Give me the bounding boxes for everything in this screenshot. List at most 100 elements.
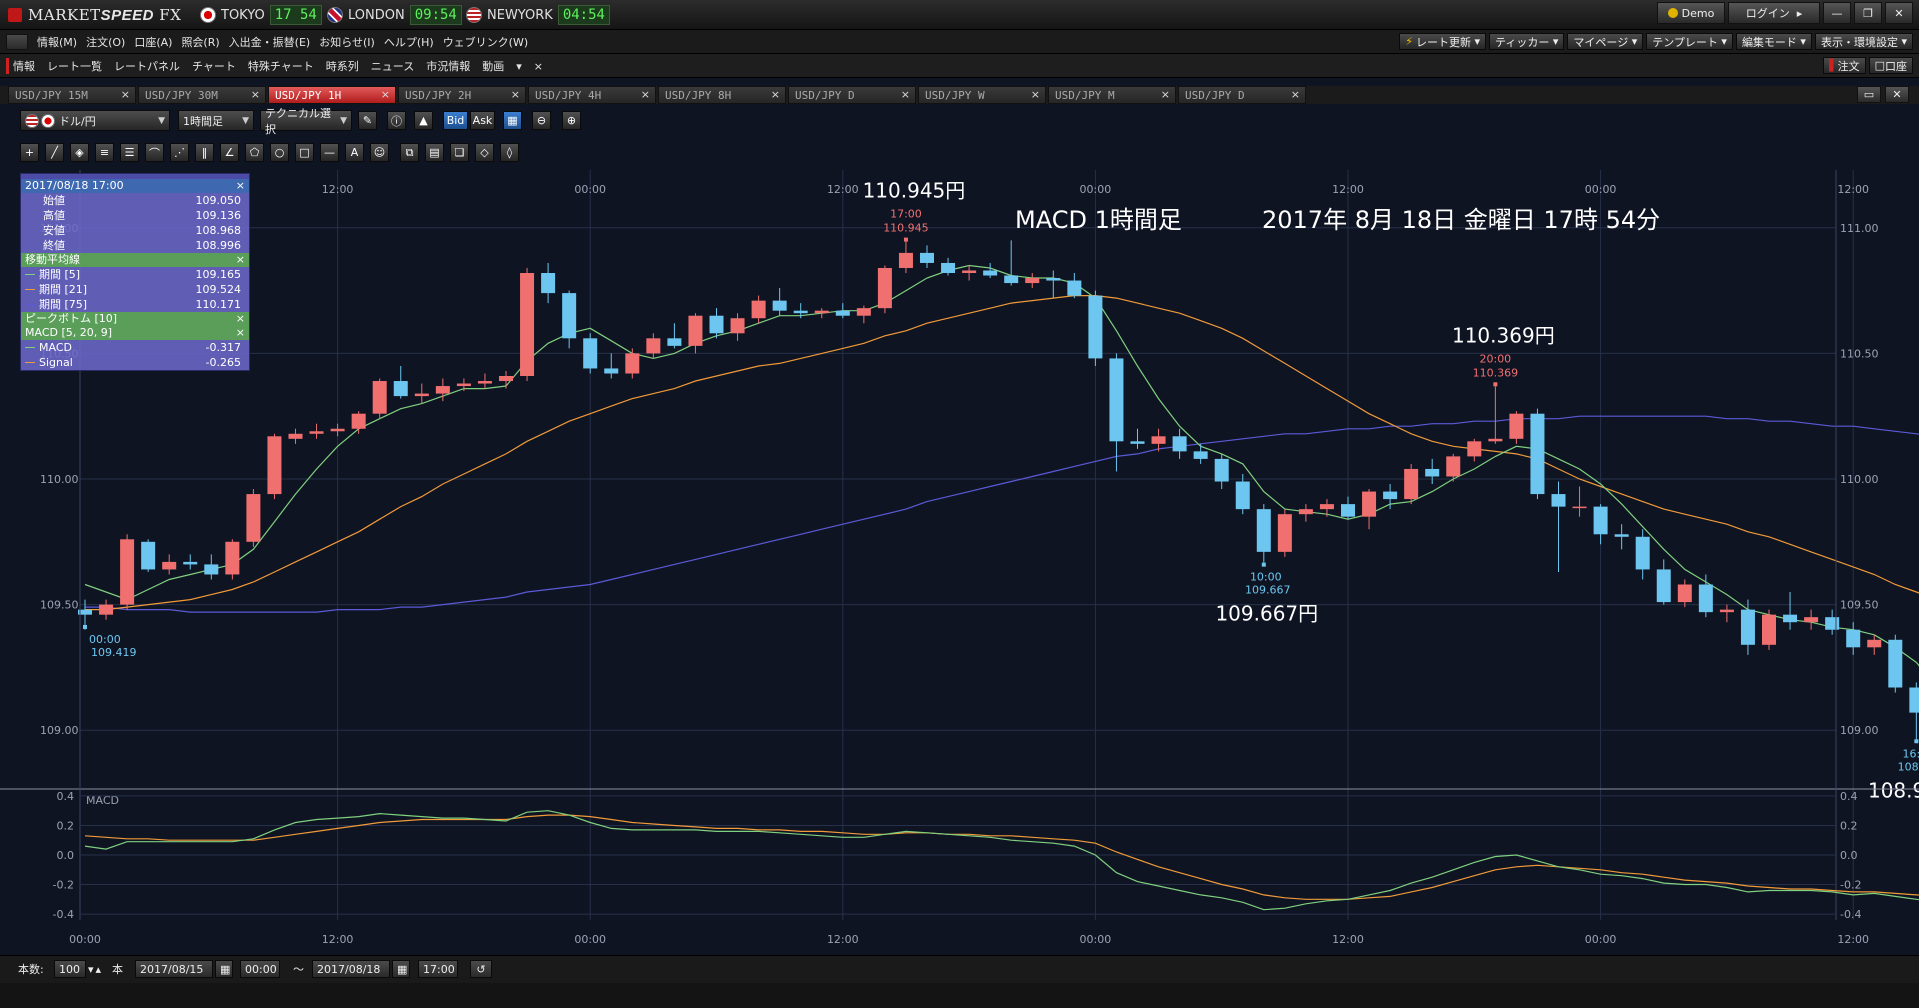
gann-icon[interactable]: ∠ bbox=[220, 143, 239, 162]
calendar-icon[interactable]: ▦ bbox=[392, 960, 410, 978]
date-from-field[interactable]: 2017/08/15 ▦ bbox=[135, 960, 233, 978]
duplicate-icon[interactable]: ❏ bbox=[450, 143, 469, 162]
time-from-field[interactable]: 00:00 bbox=[240, 960, 280, 978]
tab-close-icon[interactable]: × bbox=[641, 88, 650, 101]
quick-link[interactable]: レートパネル bbox=[114, 58, 180, 74]
menu-item[interactable]: 入出金・振替(E) bbox=[229, 34, 311, 50]
tab-close-icon[interactable]: × bbox=[771, 88, 780, 101]
close-icon[interactable]: × bbox=[236, 253, 245, 267]
rectangle-icon[interactable]: □ bbox=[295, 143, 314, 162]
menu-item[interactable]: ヘルプ(H) bbox=[384, 34, 434, 50]
channel-icon[interactable]: ≡ bbox=[95, 143, 114, 162]
horizontal-line-icon[interactable]: — bbox=[320, 143, 339, 162]
order-button[interactable]: ▌ 注文 bbox=[1823, 57, 1866, 74]
quick-link[interactable]: 市況情報 bbox=[426, 58, 470, 74]
login-button[interactable]: ログイン ▸ bbox=[1728, 2, 1820, 24]
date-from-value[interactable]: 2017/08/15 bbox=[135, 960, 213, 978]
circle-icon[interactable]: ○ bbox=[270, 143, 289, 162]
date-to-value[interactable]: 2017/08/18 bbox=[312, 960, 390, 978]
tab-usd-jpy-8h[interactable]: USD/JPY 8H × bbox=[658, 86, 786, 104]
close-icon[interactable]: × bbox=[236, 179, 245, 193]
quick-link[interactable]: チャート bbox=[192, 58, 236, 74]
tab-close-icon[interactable]: × bbox=[1291, 88, 1300, 101]
close-icon[interactable]: ✕ bbox=[1885, 2, 1913, 24]
tab-close-icon[interactable]: × bbox=[511, 88, 520, 101]
price-chart[interactable]: 17:00110.945 110.945円 20:00110.369 110.369円… bbox=[0, 170, 1919, 955]
menu-hamburger-icon[interactable] bbox=[6, 34, 28, 50]
quick-link[interactable]: 動画 bbox=[482, 58, 504, 74]
eraser-icon[interactable]: ◈ bbox=[70, 143, 89, 162]
tab-usd-jpy-d[interactable]: USD/JPY D × bbox=[788, 86, 916, 104]
menu-item[interactable]: ウェブリンク(W) bbox=[443, 34, 528, 50]
count-select[interactable]: 100 ▾ ▴ bbox=[54, 960, 101, 978]
maximize-icon[interactable]: ❐ bbox=[1854, 2, 1882, 24]
close-icon[interactable]: × bbox=[236, 312, 245, 326]
date-to-field[interactable]: 2017/08/18 ▦ bbox=[312, 960, 410, 978]
tab-close-icon[interactable]: × bbox=[1161, 88, 1170, 101]
layers-icon[interactable]: ▤ bbox=[425, 143, 444, 162]
rate-update-button[interactable]: ⚡ レート更新 ▾ bbox=[1399, 33, 1487, 50]
tag-icon[interactable]: ◊ bbox=[500, 143, 519, 162]
tab-usd-jpy-d[interactable]: USD/JPY D × bbox=[1178, 86, 1306, 104]
tab-usd-jpy-1h[interactable]: USD/JPY 1H × bbox=[268, 86, 396, 104]
tab-close-icon[interactable]: × bbox=[1031, 88, 1040, 101]
zoom-in-icon[interactable]: ⊕ bbox=[562, 111, 581, 130]
info-icon[interactable]: ⓘ bbox=[387, 111, 406, 130]
arc-icon[interactable]: ⌒ bbox=[145, 143, 164, 162]
crosshair-icon[interactable]: + bbox=[20, 143, 39, 162]
text-icon[interactable]: A bbox=[345, 143, 364, 162]
timeframe-select[interactable]: 1時間足 bbox=[178, 110, 254, 131]
close-chart-icon[interactable]: ✕ bbox=[1885, 86, 1909, 103]
tab-usd-jpy-4h[interactable]: USD/JPY 4H × bbox=[528, 86, 656, 104]
count-value[interactable]: 100 bbox=[54, 960, 86, 978]
tab-usd-jpy-2h[interactable]: USD/JPY 2H × bbox=[398, 86, 526, 104]
quick-link[interactable]: 時系列 bbox=[326, 58, 359, 74]
ticker-button[interactable]: ティッカー ▾ bbox=[1489, 33, 1565, 50]
tab-close-icon[interactable]: × bbox=[251, 88, 260, 101]
template-button[interactable]: テンプレート ▾ bbox=[1646, 33, 1733, 50]
display-settings-button[interactable]: 表示・環境設定 ▾ bbox=[1814, 33, 1913, 50]
copy-icon[interactable]: ⧉ bbox=[400, 143, 419, 162]
quick-link[interactable]: ニュース bbox=[371, 58, 414, 74]
menu-item[interactable]: 照会(R) bbox=[181, 34, 219, 50]
menu-item[interactable]: 情報(M) bbox=[37, 34, 77, 50]
dropdown-icon[interactable]: ▾ bbox=[516, 60, 522, 73]
close-icon[interactable]: × bbox=[534, 60, 543, 73]
tab-close-icon[interactable]: × bbox=[121, 88, 130, 101]
fan-icon[interactable]: ⋰ bbox=[170, 143, 189, 162]
dropdown-icon[interactable]: ▾ bbox=[88, 963, 94, 976]
zoom-out-icon[interactable]: ⊖ bbox=[532, 111, 551, 130]
pair-select[interactable]: ドル/円 bbox=[20, 110, 170, 131]
time-to-value[interactable]: 17:00 bbox=[418, 960, 458, 978]
tab-close-icon[interactable]: × bbox=[901, 88, 910, 101]
return-icon[interactable]: ↺ bbox=[470, 960, 492, 978]
mypage-button[interactable]: マイページ ▾ bbox=[1567, 33, 1644, 50]
mountain-chart-icon[interactable]: ▲ bbox=[414, 111, 433, 130]
cycle-lines-icon[interactable]: ‖ bbox=[195, 143, 214, 162]
refresh-button[interactable]: ↺ bbox=[470, 960, 492, 978]
quick-link[interactable]: 特殊チャート bbox=[248, 58, 314, 74]
tab-usd-jpy-w[interactable]: USD/JPY W × bbox=[918, 86, 1046, 104]
technical-select[interactable]: テクニカル選択 bbox=[260, 107, 352, 136]
quick-link[interactable]: レート一覧 bbox=[47, 58, 102, 74]
minimize-icon[interactable]: — bbox=[1823, 2, 1851, 24]
quick-link-info[interactable]: 情報 bbox=[6, 58, 35, 74]
time-from-value[interactable]: 00:00 bbox=[240, 960, 280, 978]
tab-usd-jpy-15m[interactable]: USD/JPY 15M × bbox=[8, 86, 136, 104]
edit-mode-button[interactable]: 編集モード ▾ bbox=[1735, 33, 1812, 50]
pentagon-icon[interactable]: ⬠ bbox=[245, 143, 264, 162]
menu-item[interactable]: 注文(O) bbox=[86, 34, 125, 50]
demo-button[interactable]: Demo bbox=[1657, 2, 1725, 24]
maximize-chart-icon[interactable]: ▭ bbox=[1857, 86, 1881, 103]
time-to-field[interactable]: 17:00 bbox=[418, 960, 458, 978]
ask-toggle[interactable]: Ask bbox=[470, 111, 495, 130]
up-icon[interactable]: ▴ bbox=[96, 963, 102, 976]
fibonacci-icon[interactable]: ☰ bbox=[120, 143, 139, 162]
account-button[interactable]: □ 口座 bbox=[1868, 57, 1913, 74]
icon-stamp-icon[interactable]: ☺ bbox=[370, 143, 389, 162]
bid-toggle[interactable]: Bid bbox=[443, 111, 468, 130]
menu-item[interactable]: お知らせ(I) bbox=[319, 34, 375, 50]
tab-close-icon[interactable]: × bbox=[381, 88, 390, 101]
calendar-icon[interactable]: ▦ bbox=[215, 960, 233, 978]
tab-usd-jpy-m[interactable]: USD/JPY M × bbox=[1048, 86, 1176, 104]
